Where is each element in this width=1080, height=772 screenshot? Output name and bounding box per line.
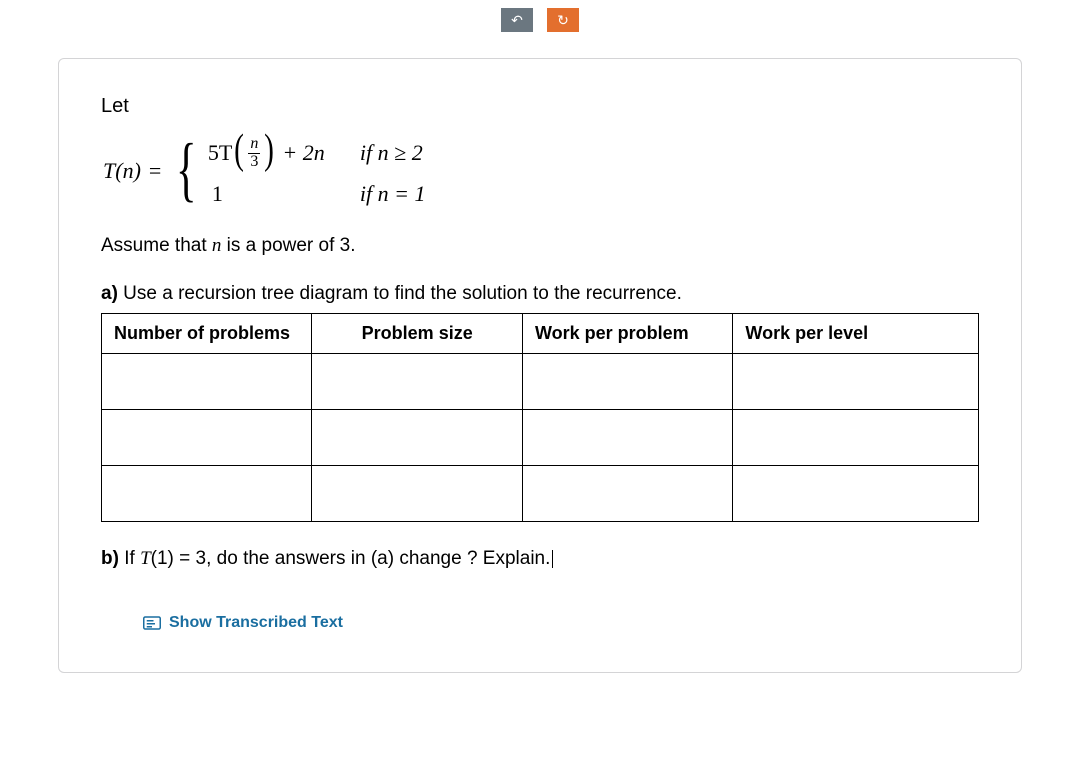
equals-sign: =: [149, 158, 161, 184]
top-toolbar: ↶ ↻: [0, 8, 1080, 32]
open-brace: {: [176, 137, 197, 202]
case-1-plus2n: + 2n: [282, 140, 324, 166]
table-row: [102, 353, 979, 409]
tn-lhs-n: (n): [115, 158, 141, 184]
text-cursor: [552, 550, 553, 568]
cell[interactable]: [733, 409, 979, 465]
cell[interactable]: [312, 465, 522, 521]
part-b-post: , do the answers in (a) change ? Explain…: [206, 548, 550, 569]
case-1-cond: if n ≥ 2: [360, 140, 423, 166]
cell[interactable]: [102, 353, 312, 409]
cell[interactable]: [733, 465, 979, 521]
part-a-text: Use a recursion tree diagram to find the…: [118, 283, 682, 304]
fraction-n-over-3: n 3: [248, 136, 260, 171]
table-header-row: Number of problems Problem size Work per…: [102, 313, 979, 353]
redo-icon: ↻: [557, 12, 569, 29]
cases-block: 5T ( n 3 ) + 2n if n ≥ 2 1 if n = 1: [208, 136, 426, 207]
part-b-label: b): [101, 548, 119, 569]
assume-var: n: [212, 235, 222, 256]
transcribed-label: Show Transcribed Text: [169, 614, 343, 632]
cell[interactable]: [312, 409, 522, 465]
cell[interactable]: [733, 353, 979, 409]
part-b-pre: If: [119, 548, 140, 569]
redo-button[interactable]: ↻: [547, 8, 579, 32]
cell[interactable]: [102, 465, 312, 521]
table-row: [102, 409, 979, 465]
assume-line: Assume that n is a power of 3.: [101, 235, 979, 257]
table-row: [102, 465, 979, 521]
frac-den: 3: [248, 153, 260, 171]
cell[interactable]: [522, 353, 732, 409]
case-1-expr: 5T ( n 3 ) + 2n: [208, 136, 350, 171]
assume-post: is a power of 3.: [221, 235, 355, 256]
part-a-label: a): [101, 283, 118, 304]
frac-num: n: [248, 136, 260, 153]
recurrence-definition: T(n) = { 5T ( n 3 ) + 2n if n ≥ 2: [103, 136, 979, 207]
part-b-prompt: b) If T(1) = 3, do the answers in (a) ch…: [101, 548, 979, 570]
recursion-table: Number of problems Problem size Work per…: [101, 313, 979, 522]
th-work-per-level: Work per level: [733, 313, 979, 353]
th-work-per-problem: Work per problem: [522, 313, 732, 353]
show-transcribed-button[interactable]: Show Transcribed Text: [143, 614, 979, 632]
paren-right: ): [264, 138, 274, 163]
assume-pre: Assume that: [101, 235, 212, 256]
undo-button[interactable]: ↶: [501, 8, 533, 32]
cell[interactable]: [522, 409, 732, 465]
paren-left: (: [234, 138, 244, 163]
cell[interactable]: [312, 353, 522, 409]
part-b-arg: (1) = 3: [151, 548, 206, 569]
case-1: 5T ( n 3 ) + 2n if n ≥ 2: [208, 136, 426, 171]
case-2-cond: if n = 1: [360, 181, 426, 207]
part-a-prompt: a) Use a recursion tree diagram to find …: [101, 283, 979, 305]
th-problem-size: Problem size: [312, 313, 522, 353]
part-b-T: T: [140, 548, 151, 569]
th-num-problems: Number of problems: [102, 313, 312, 353]
cell[interactable]: [522, 465, 732, 521]
case-2-val: 1: [212, 181, 223, 207]
case-1-5t: 5T: [208, 140, 232, 166]
case-2: 1 if n = 1: [208, 181, 426, 207]
let-label: Let: [101, 95, 979, 118]
transcript-icon: [143, 616, 161, 630]
tn-lhs-T: T: [103, 158, 115, 184]
case-2-expr: 1: [208, 181, 350, 207]
undo-icon: ↶: [511, 12, 523, 29]
cell[interactable]: [102, 409, 312, 465]
problem-card: Let T(n) = { 5T ( n 3 ) + 2n if n ≥ 2: [58, 58, 1022, 673]
